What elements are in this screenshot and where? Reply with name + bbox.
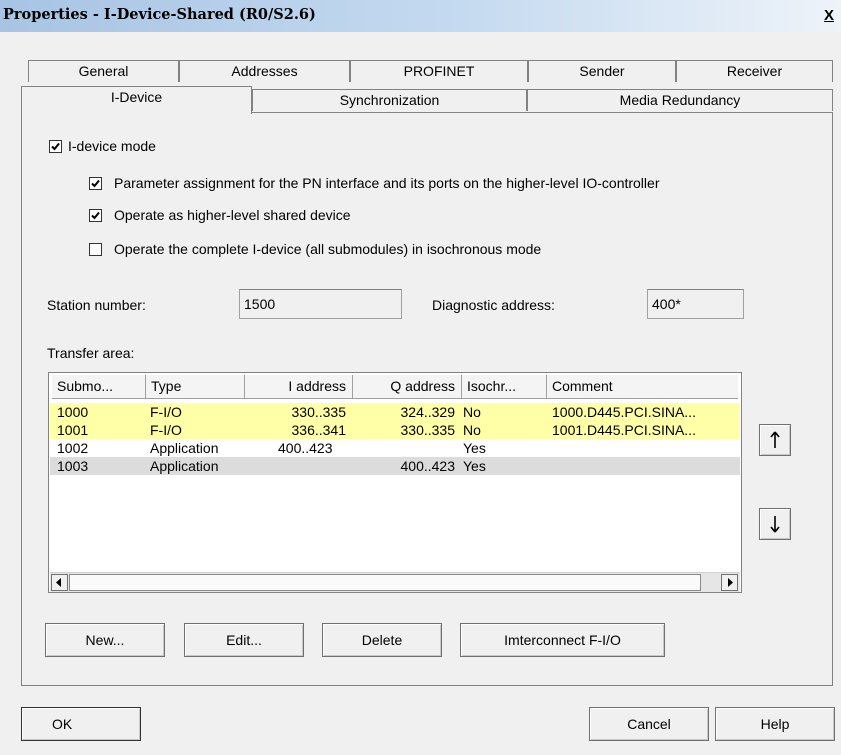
interconnect-fio-button[interactable]: Imterconnect F-I/O [460,623,665,657]
check-icon [91,211,100,220]
help-button[interactable]: Help [715,707,835,741]
transfer-area-label: Transfer area: [47,345,135,361]
tab-i-device[interactable]: I-Device [21,86,252,114]
check-icon [51,142,60,151]
cancel-button[interactable]: Cancel [589,707,709,741]
transfer-area-table[interactable]: Submo... Type I address Q address Isochr… [48,372,742,593]
cell-type: Application [150,440,219,456]
param-assignment-checkbox[interactable] [89,177,102,190]
isochronous-checkbox[interactable] [89,243,102,256]
table-row[interactable]: 1001 F-I/O 336..341 330..335 No 1001.D44… [50,421,740,439]
isochronous-label: Operate the complete I-device (all submo… [114,241,542,257]
shared-device-checkbox[interactable] [89,209,102,222]
cell-isochronous: Yes [463,458,486,474]
new-button[interactable]: New... [45,623,165,657]
cell-i-address: 330..335 [291,404,347,420]
column-header-q-address[interactable]: Q address [353,375,462,399]
tab-synchronization[interactable]: Synchronization [252,89,527,111]
station-number-field[interactable]: 1500 [239,289,402,319]
move-down-button[interactable] [759,508,791,540]
cell-comment: 1001.D445.PCI.SINA... [552,422,696,438]
cell-q-address: 330..335 [400,422,456,438]
scroll-left-button[interactable] [51,574,68,591]
cell-q-address: 324..329 [400,404,456,420]
ok-button[interactable]: OK [21,707,141,741]
cell-submodule: 1003 [57,458,89,474]
active-tab-join [22,112,251,114]
cell-isochronous: Yes [463,440,486,456]
diagnostic-address-label: Diagnostic address: [432,297,555,313]
window-title: Properties - I-Device-Shared (R0/S2.6) [3,6,316,23]
arrow-up-icon [770,431,780,448]
scroll-thumb[interactable] [69,574,701,591]
cell-isochronous: No [463,422,481,438]
tab-receiver[interactable]: Receiver [676,60,833,82]
table-row[interactable]: 1000 F-I/O 330..335 324..329 No 1000.D44… [50,403,740,421]
triangle-left-icon [56,578,61,587]
triangle-right-icon [728,578,733,587]
check-icon [91,179,100,188]
close-icon[interactable]: X [821,8,837,25]
tab-general[interactable]: General [28,60,179,82]
tab-sender[interactable]: Sender [528,60,676,82]
edit-button[interactable]: Edit... [184,623,304,657]
cell-isochronous: No [463,404,481,420]
table-row[interactable]: 1003 Application 400..423 Yes [50,457,740,475]
column-header-submodule[interactable]: Submo... [52,375,146,399]
delete-button[interactable]: Delete [322,623,442,657]
shared-device-label: Operate as higher-level shared device [114,207,351,223]
cell-comment: 1000.D445.PCI.SINA... [552,404,696,420]
idevice-mode-label: I-device mode [68,138,156,154]
column-header-i-address[interactable]: I address [245,375,353,399]
scroll-right-button[interactable] [721,574,738,591]
idevice-mode-checkbox[interactable] [49,140,62,153]
horizontal-scrollbar[interactable] [50,572,740,592]
diagnostic-address-field[interactable]: 400* [647,289,744,319]
title-bar: Properties - I-Device-Shared (R0/S2.6) X [0,0,841,32]
cell-submodule: 1001 [57,422,89,438]
cell-submodule: 1000 [57,404,89,420]
column-header-comment[interactable]: Comment [547,375,738,399]
arrow-down-icon [770,516,780,533]
cell-q-address: 400..423 [400,458,456,474]
table-row[interactable]: 1002 Application 400..423 Yes [50,439,740,457]
move-up-button[interactable] [759,424,791,456]
station-number-label: Station number: [47,297,146,313]
tab-media-redundancy[interactable]: Media Redundancy [527,89,833,111]
cell-i-address: 336..341 [291,422,347,438]
cell-submodule: 1002 [57,440,89,456]
column-header-type[interactable]: Type [146,375,245,399]
cell-type: F-I/O [150,422,182,438]
cell-type: F-I/O [150,404,182,420]
tab-profinet[interactable]: PROFINET [350,60,528,82]
cell-type: Application [150,458,219,474]
param-assignment-label: Parameter assignment for the PN interfac… [114,175,660,191]
tab-addresses[interactable]: Addresses [179,60,350,82]
column-header-isochronous[interactable]: Isochr... [462,375,547,399]
cell-i-address: 400..423 [278,440,333,456]
